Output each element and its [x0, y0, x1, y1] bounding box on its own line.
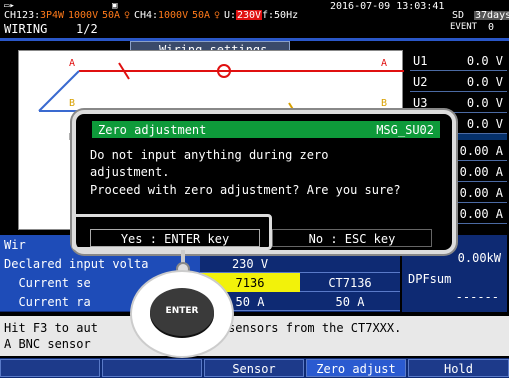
event-count: 0: [488, 22, 495, 33]
phase-b-label: B: [69, 98, 76, 109]
declared-voltage-value[interactable]: 230 V: [200, 254, 300, 273]
datetime: 2016-07-09 13:03:41: [330, 1, 445, 12]
dialog-code: MSG_SU02: [376, 123, 434, 137]
enter-key[interactable]: ENTER: [150, 288, 214, 336]
reading-row: U2 0.0 V: [410, 71, 507, 92]
dialog-title-bar: Zero adjustment MSG_SU02: [92, 121, 440, 138]
function-key-bar: Sensor Zero adjust Hold: [0, 358, 509, 378]
current-sensor-value-ch4[interactable]: CT7136: [300, 273, 400, 292]
hold-key[interactable]: Hold: [408, 359, 509, 377]
page-indicator: 1/2: [76, 22, 98, 36]
instrument-screen: ▭▸ ▣ 2016-07-09 13:03:41 CH123: 3P4W 100…: [0, 0, 509, 378]
help-line-2: A BNC sensor d: [4, 337, 192, 352]
phase-a-label: A: [381, 58, 388, 69]
phase-b-label: B: [381, 98, 388, 109]
event-label: EVENT: [450, 22, 478, 32]
dialog-title: Zero adjustment: [98, 123, 207, 137]
reading-row: U1 0.0 V: [410, 50, 507, 71]
yes-button-callout: [72, 214, 272, 250]
header-divider: [0, 38, 509, 41]
sensor-key[interactable]: Sensor: [204, 359, 304, 377]
zero-adjust-key[interactable]: Zero adjust: [306, 359, 406, 377]
f2-key[interactable]: [102, 359, 202, 377]
power-value: 0.00kW: [457, 251, 501, 265]
status-bar: ▭▸ ▣ 2016-07-09 13:03:41 CH123: 3P4W 100…: [0, 0, 509, 22]
dpf-label: DPFsum: [408, 272, 452, 286]
table-row[interactable]: Declared input volta 230 V: [0, 254, 400, 273]
dpf-value: ------: [455, 290, 499, 304]
help-message: Hit F3 to aut gnize sensors from the CT7…: [0, 316, 509, 356]
screen-name: WIRING: [4, 22, 48, 36]
screen-header: WIRING 1/2 Wiring settings EVENT 0: [0, 20, 509, 58]
current-range-value-ch4[interactable]: 50 A: [300, 292, 400, 311]
phase-a-label: A: [69, 58, 76, 69]
dialog-body: Do not input anything during zero adjustm…: [90, 148, 401, 197]
no-button[interactable]: No : ESC key: [272, 229, 432, 247]
f1-key[interactable]: [0, 359, 100, 377]
help-line-1: Hit F3 to aut gnize sensors from the CT7…: [4, 321, 402, 335]
